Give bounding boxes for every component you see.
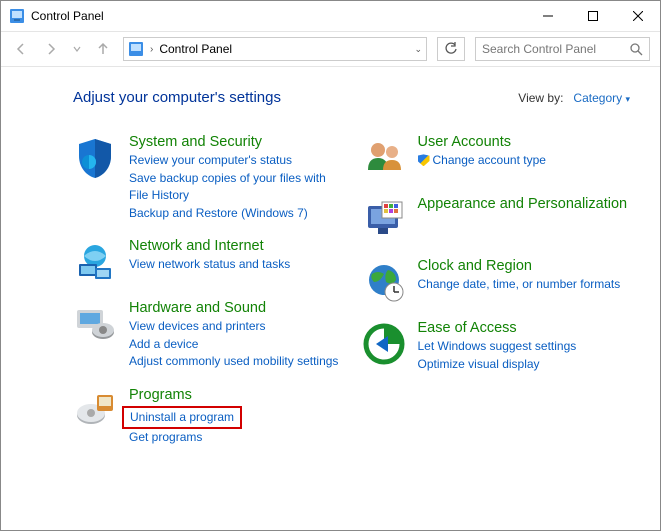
link-backup-restore[interactable]: Backup and Restore (Windows 7) bbox=[129, 205, 342, 222]
link-suggest-settings[interactable]: Let Windows suggest settings bbox=[418, 338, 631, 355]
shield-icon bbox=[73, 136, 117, 180]
chevron-down-icon: ▾ bbox=[625, 94, 630, 104]
category-hardware: Hardware and Sound View devices and prin… bbox=[73, 300, 342, 371]
category-title[interactable]: Ease of Access bbox=[418, 320, 631, 337]
category-title[interactable]: Appearance and Personalization bbox=[418, 196, 631, 213]
link-add-device[interactable]: Add a device bbox=[129, 336, 342, 353]
chevron-right-icon: › bbox=[150, 44, 153, 55]
window-title: Control Panel bbox=[31, 9, 104, 23]
programs-icon bbox=[73, 389, 117, 433]
category-title[interactable]: System and Security bbox=[129, 134, 342, 151]
search-icon bbox=[630, 43, 643, 56]
category-title[interactable]: Hardware and Sound bbox=[129, 300, 342, 317]
close-button[interactable] bbox=[615, 1, 660, 31]
address-dropdown-icon[interactable]: ⌄ bbox=[414, 44, 422, 55]
control-panel-icon bbox=[128, 41, 144, 57]
content-area: Adjust your computer's settings View by:… bbox=[1, 67, 660, 530]
category-network: Network and Internet View network status… bbox=[73, 238, 342, 284]
viewby-dropdown[interactable]: Category ▾ bbox=[573, 91, 630, 105]
category-title[interactable]: Clock and Region bbox=[418, 258, 631, 275]
recent-dropdown[interactable] bbox=[71, 39, 83, 59]
control-panel-window: Control Panel › C bbox=[0, 0, 661, 531]
titlebar: Control Panel bbox=[1, 1, 660, 31]
category-title[interactable]: User Accounts bbox=[418, 134, 631, 151]
link-optimize-display[interactable]: Optimize visual display bbox=[418, 356, 631, 373]
network-icon bbox=[73, 240, 117, 284]
hardware-icon bbox=[73, 302, 117, 346]
address-bar[interactable]: › Control Panel ⌄ bbox=[123, 37, 427, 61]
search-placeholder: Search Control Panel bbox=[482, 42, 630, 56]
link-mobility[interactable]: Adjust commonly used mobility settings bbox=[129, 353, 342, 370]
ease-access-icon bbox=[362, 322, 406, 366]
control-panel-icon bbox=[9, 8, 25, 24]
link-network-status[interactable]: View network status and tasks bbox=[129, 256, 342, 273]
header-row: Adjust your computer's settings View by:… bbox=[73, 89, 630, 106]
right-column: User Accounts Change account type bbox=[362, 134, 631, 463]
minimize-button[interactable] bbox=[525, 1, 570, 31]
up-button[interactable] bbox=[93, 39, 113, 59]
link-file-history[interactable]: Save backup copies of your files with Fi… bbox=[129, 170, 342, 205]
back-button[interactable] bbox=[11, 39, 31, 59]
search-input[interactable]: Search Control Panel bbox=[475, 37, 650, 61]
category-system-security: System and Security Review your computer… bbox=[73, 134, 342, 222]
users-icon bbox=[362, 136, 406, 180]
maximize-button[interactable] bbox=[570, 1, 615, 31]
category-programs: Programs Uninstall a program Get program… bbox=[73, 387, 342, 447]
link-review-status[interactable]: Review your computer's status bbox=[129, 152, 342, 169]
category-title[interactable]: Network and Internet bbox=[129, 238, 342, 255]
page-title: Adjust your computer's settings bbox=[73, 89, 281, 106]
left-column: System and Security Review your computer… bbox=[73, 134, 342, 463]
category-columns: System and Security Review your computer… bbox=[73, 134, 630, 463]
clock-globe-icon bbox=[362, 260, 406, 304]
link-uninstall-program[interactable]: Uninstall a program bbox=[130, 410, 234, 424]
breadcrumb[interactable]: Control Panel bbox=[159, 42, 232, 56]
viewby-control: View by: Category ▾ bbox=[518, 91, 630, 105]
category-clock-region: Clock and Region Change date, time, or n… bbox=[362, 258, 631, 304]
link-date-time-formats[interactable]: Change date, time, or number formats bbox=[418, 276, 631, 293]
highlight-uninstall: Uninstall a program bbox=[122, 406, 242, 429]
toolbar: › Control Panel ⌄ Search Control Panel bbox=[1, 31, 660, 67]
refresh-button[interactable] bbox=[437, 37, 465, 61]
forward-button[interactable] bbox=[41, 39, 61, 59]
viewby-label: View by: bbox=[518, 91, 563, 105]
appearance-icon bbox=[362, 198, 406, 242]
link-change-account-type[interactable]: Change account type bbox=[418, 152, 631, 169]
category-user-accounts: User Accounts Change account type bbox=[362, 134, 631, 180]
link-get-programs[interactable]: Get programs bbox=[129, 429, 342, 446]
category-title[interactable]: Programs bbox=[129, 387, 342, 404]
link-devices-printers[interactable]: View devices and printers bbox=[129, 318, 342, 335]
category-appearance: Appearance and Personalization bbox=[362, 196, 631, 242]
category-ease-access: Ease of Access Let Windows suggest setti… bbox=[362, 320, 631, 373]
